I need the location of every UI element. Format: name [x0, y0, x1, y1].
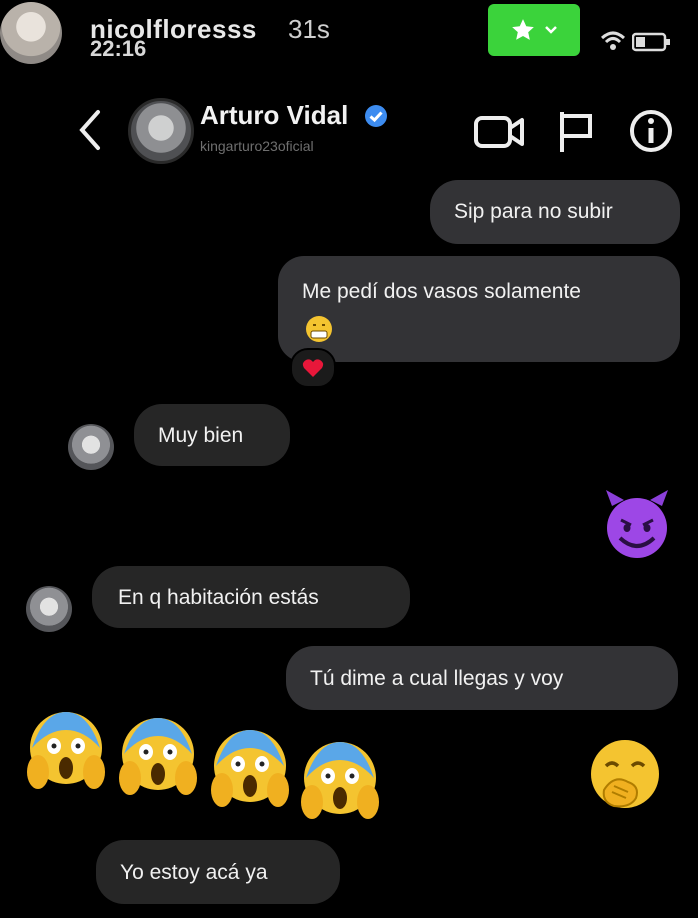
contact-avatar-small[interactable]: [26, 586, 72, 632]
face-with-hand-over-mouth-icon[interactable]: [584, 734, 666, 816]
video-call-icon[interactable]: [472, 108, 526, 154]
verified-badge-icon: [365, 105, 387, 127]
status-bar-icons: [600, 28, 680, 58]
message-in[interactable]: Yo estoy acá ya: [96, 840, 340, 904]
story-time-overlay: 22:16: [90, 36, 147, 61]
face-screaming-icon[interactable]: [208, 724, 292, 814]
close-friends-button[interactable]: [488, 4, 580, 56]
message-out[interactable]: Sip para no subir: [430, 180, 680, 244]
message-text: Yo estoy acá ya: [120, 861, 268, 884]
story-avatar[interactable]: [0, 2, 62, 64]
star-icon: [512, 19, 534, 40]
battery-icon: [632, 32, 670, 52]
message-in[interactable]: Muy bien: [134, 404, 290, 466]
message-text: Sip para no subir: [454, 200, 613, 223]
story-age: 31s: [288, 14, 330, 44]
wifi-icon: [600, 31, 626, 50]
smiling-imp-icon[interactable]: [600, 488, 674, 562]
face-screaming-icon[interactable]: [116, 712, 200, 802]
chevron-down-icon: [545, 26, 557, 34]
message-out[interactable]: Tú dime a cual llegas y voy: [286, 646, 678, 710]
flag-icon[interactable]: [554, 108, 598, 154]
back-icon[interactable]: [72, 108, 108, 152]
message-text: Me pedí dos vasos solamente: [302, 280, 581, 303]
message-text: En q habitación estás: [118, 586, 319, 609]
reaction-badge[interactable]: [290, 348, 336, 388]
face-screaming-icon[interactable]: [298, 736, 382, 826]
contact-handle: kingarturo23oficial: [200, 138, 314, 154]
message-text: Tú dime a cual llegas y voy: [310, 667, 564, 690]
contact-name[interactable]: Arturo Vidal: [200, 100, 348, 131]
message-text: Muy bien: [158, 424, 244, 447]
grimace-face-icon: [306, 316, 332, 342]
contact-avatar-small[interactable]: [68, 424, 114, 470]
info-icon[interactable]: [628, 108, 674, 154]
message-out[interactable]: Me pedí dos vasos solamente: [278, 256, 680, 362]
heart-icon: [302, 359, 324, 377]
message-in[interactable]: En q habitación estás: [92, 566, 410, 628]
contact-avatar[interactable]: [128, 98, 194, 164]
face-screaming-icon[interactable]: [24, 706, 108, 796]
